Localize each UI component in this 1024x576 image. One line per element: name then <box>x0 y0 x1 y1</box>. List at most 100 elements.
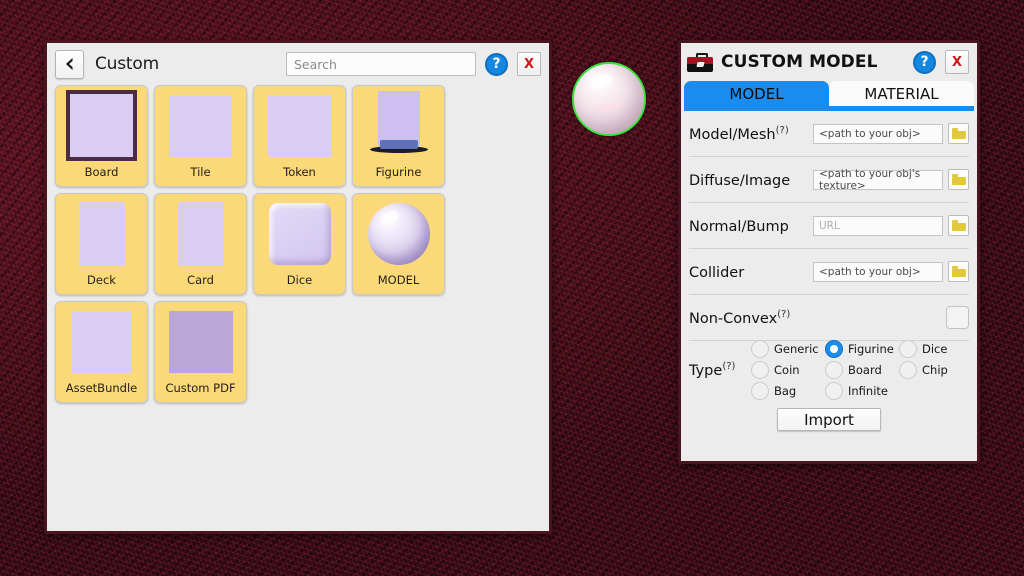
tile-label: Tile <box>190 165 210 186</box>
browse-button[interactable] <box>948 169 969 190</box>
token-thumbnail <box>254 86 345 165</box>
radio-icon <box>899 340 917 358</box>
figurine-thumbnail <box>353 86 444 165</box>
radio-label: Board <box>848 363 882 377</box>
field-label: Model/Mesh(?) <box>689 125 813 143</box>
radio-option-empty <box>899 382 969 400</box>
radio-label: Generic <box>774 342 819 356</box>
tile-thumbnail <box>155 86 246 165</box>
model-form: Model/Mesh(?) <path to your obj> Diffuse… <box>681 111 977 431</box>
radio-icon <box>751 361 769 379</box>
field-label: Type(?) <box>689 361 751 379</box>
tile-label: Figurine <box>376 165 422 186</box>
field-label: Collider <box>689 263 813 281</box>
custom-panel-header: Custom Search ? X <box>47 43 549 85</box>
close-button[interactable]: X <box>945 50 969 74</box>
chevron-left-icon <box>63 57 76 71</box>
back-button[interactable] <box>55 50 84 79</box>
tile-deck[interactable]: Deck <box>55 193 148 295</box>
diffuse-image-input[interactable]: <path to your obj's texture> <box>813 170 943 190</box>
tile-custom-pdf[interactable]: Custom PDF <box>154 301 247 403</box>
radio-option-bag[interactable]: Bag <box>751 382 821 400</box>
help-button[interactable]: ? <box>485 53 508 76</box>
radio-label: Chip <box>922 363 948 377</box>
normal-bump-input[interactable]: URL <box>813 216 943 236</box>
tile-label: Card <box>187 273 214 294</box>
game-table-background: Custom Search ? X Board Tile Token <box>0 0 1024 576</box>
model-mesh-input[interactable]: <path to your obj> <box>813 124 943 144</box>
non-convex-checkbox[interactable] <box>946 306 969 329</box>
type-radio-group: Generic Figurine Dice Coin <box>751 340 969 400</box>
field-row-model-mesh: Model/Mesh(?) <path to your obj> <box>689 111 969 157</box>
field-label-text: Normal/Bump <box>689 218 789 234</box>
help-hint-icon[interactable]: (?) <box>722 361 735 372</box>
tab-material[interactable]: MATERIAL <box>829 81 974 106</box>
radio-option-chip[interactable]: Chip <box>899 361 969 379</box>
board-thumbnail <box>56 86 147 165</box>
radio-icon <box>751 340 769 358</box>
radio-icon <box>899 361 917 379</box>
folder-icon <box>952 220 966 231</box>
help-hint-icon[interactable]: (?) <box>777 309 790 320</box>
radio-option-infinite[interactable]: Infinite <box>825 382 895 400</box>
help-hint-icon[interactable]: (?) <box>776 125 789 136</box>
radio-icon <box>751 382 769 400</box>
assetbundle-thumbnail <box>56 302 147 381</box>
radio-label: Infinite <box>848 384 888 398</box>
browse-button[interactable] <box>948 215 969 236</box>
model-dialog-header: CUSTOM MODEL ? X <box>681 43 977 81</box>
dice-thumbnail <box>254 194 345 273</box>
radio-label: Coin <box>774 363 800 377</box>
page-title: Custom <box>95 54 159 74</box>
toolbox-icon <box>687 53 713 72</box>
field-label-text: Model/Mesh <box>689 126 776 142</box>
field-label: Normal/Bump <box>689 217 813 235</box>
tile-assetbundle[interactable]: AssetBundle <box>55 301 148 403</box>
deck-thumbnail <box>56 194 147 273</box>
tile-label: Deck <box>87 273 116 294</box>
custom-objects-panel: Custom Search ? X Board Tile Token <box>44 40 552 534</box>
tile-board[interactable]: Board <box>55 85 148 187</box>
tile-token[interactable]: Token <box>253 85 346 187</box>
dialog-title: CUSTOM MODEL <box>721 52 878 72</box>
tile-model[interactable]: MODEL <box>352 193 445 295</box>
tile-tile[interactable]: Tile <box>154 85 247 187</box>
field-row-collider: Collider <path to your obj> <box>689 249 969 295</box>
field-row-non-convex: Non-Convex(?) <box>689 295 969 341</box>
radio-option-dice[interactable]: Dice <box>899 340 969 358</box>
field-row-normal-bump: Normal/Bump URL <box>689 203 969 249</box>
radio-icon <box>825 361 843 379</box>
radio-option-generic[interactable]: Generic <box>751 340 821 358</box>
folder-icon <box>952 128 966 139</box>
radio-label: Dice <box>922 342 947 356</box>
field-label-text: Collider <box>689 264 744 280</box>
tile-dice[interactable]: Dice <box>253 193 346 295</box>
tile-figurine[interactable]: Figurine <box>352 85 445 187</box>
radio-option-coin[interactable]: Coin <box>751 361 821 379</box>
folder-icon <box>952 266 966 277</box>
help-button[interactable]: ? <box>913 51 936 74</box>
tile-label: Board <box>85 165 119 186</box>
search-input[interactable]: Search <box>286 52 476 76</box>
browse-button[interactable] <box>948 123 969 144</box>
collider-input[interactable]: <path to your obj> <box>813 262 943 282</box>
close-button[interactable]: X <box>517 52 541 76</box>
field-row-type: Type(?) Generic Figurine Dice <box>689 341 969 400</box>
import-button[interactable]: Import <box>777 408 881 431</box>
radio-option-board[interactable]: Board <box>825 361 895 379</box>
dialog-tabs: MODEL MATERIAL <box>681 81 977 106</box>
object-tile-grid: Board Tile Token Figurine <box>47 85 549 403</box>
tile-label: Token <box>283 165 316 186</box>
tab-model[interactable]: MODEL <box>684 81 829 106</box>
custom-model-sphere[interactable] <box>572 62 646 136</box>
card-thumbnail <box>155 194 246 273</box>
tile-card[interactable]: Card <box>154 193 247 295</box>
field-label-text: Diffuse/Image <box>689 172 790 188</box>
dialog-actions: Import <box>689 400 969 431</box>
radio-label: Figurine <box>848 342 894 356</box>
custom-model-dialog: CUSTOM MODEL ? X MODEL MATERIAL Model/Me… <box>678 40 980 464</box>
browse-button[interactable] <box>948 261 969 282</box>
radio-icon-selected <box>825 340 843 358</box>
radio-option-figurine[interactable]: Figurine <box>825 340 895 358</box>
tile-label: Dice <box>287 273 312 294</box>
